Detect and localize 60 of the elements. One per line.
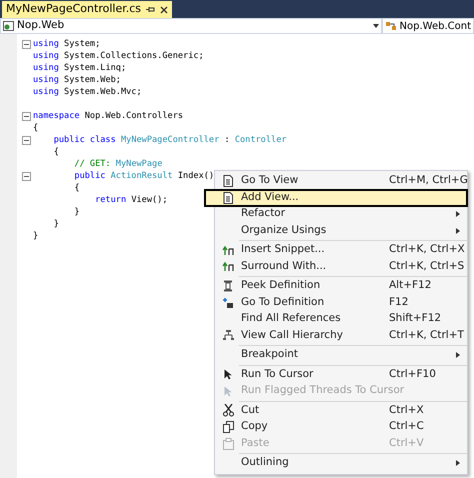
code-line: using System; — [33, 38, 100, 50]
hierarchy-icon — [222, 330, 234, 342]
copy-icon — [222, 421, 234, 434]
cursor-icon — [224, 386, 232, 397]
menu-item[interactable]: Copy Ctrl+C — [215, 419, 467, 436]
pin-icon[interactable] — [146, 6, 155, 13]
code-line: return View(); — [94, 194, 168, 206]
tab-title: MyNewPageController.cs — [6, 1, 141, 18]
snippet-icon — [222, 261, 234, 272]
code-line: { — [33, 122, 38, 134]
code-line: namespace Nop.Web.Controllers — [33, 110, 184, 122]
menu-item[interactable]: Breakpoint — [215, 347, 467, 364]
close-icon[interactable] — [160, 6, 168, 14]
menu-item[interactable]: View Call Hierarchy Ctrl+K, Ctrl+T — [215, 328, 467, 344]
dropdown-arrow-icon — [372, 24, 379, 28]
menu-item[interactable]: Go To View Ctrl+M, Ctrl+G — [215, 173, 467, 190]
definition-icon — [222, 296, 234, 309]
code-line: public class MyNewPageController : Controller — [52, 134, 287, 146]
collapse-icon[interactable] — [22, 40, 30, 48]
code-line: using System.Collections.Generic; — [33, 50, 204, 62]
menu-item[interactable]: Organize Usings — [215, 222, 467, 239]
class-icon — [386, 21, 397, 31]
submenu-arrow-icon — [456, 228, 460, 234]
submenu-arrow-icon — [456, 460, 460, 466]
code-line: using System.Web.Mvc; — [33, 86, 142, 98]
project-dropdown[interactable]: Nop.Web — [1, 19, 381, 33]
document-icon — [223, 175, 233, 188]
menu-item[interactable]: Add View... — [205, 190, 467, 206]
menu-item[interactable]: Cut Ctrl+X — [215, 402, 467, 419]
code-line: } — [52, 218, 59, 230]
menu-item[interactable]: Go To Definition F12 — [215, 294, 467, 311]
menu-item[interactable]: Run To Cursor Ctrl+F10 — [215, 366, 467, 383]
menu-item[interactable]: Insert Snippet... Ctrl+K, Ctrl+X — [215, 242, 467, 258]
scissors-icon — [222, 404, 234, 418]
code-line: } — [33, 230, 38, 242]
code-line: public ActionResult Index() — [73, 170, 214, 182]
peek-icon — [223, 280, 233, 292]
project-icon — [3, 21, 14, 31]
code-line: using System.Linq; — [33, 62, 126, 74]
menu-item[interactable]: Surround With... Ctrl+K, Ctrl+S — [215, 258, 467, 275]
code-line: // GET: MyNewPage — [73, 158, 162, 170]
class-dropdown[interactable]: Nop.Web.Cont — [382, 19, 473, 33]
file-tab[interactable]: MyNewPageController.cs — [2, 1, 172, 18]
code-line: using System.Web; — [33, 74, 121, 86]
submenu-arrow-icon — [456, 352, 460, 358]
collapse-icon[interactable] — [22, 136, 30, 144]
code-line: } — [73, 206, 80, 218]
paste-icon — [222, 438, 234, 450]
menu-item[interactable]: Refactor — [215, 206, 467, 222]
submenu-arrow-icon — [456, 211, 460, 218]
document-icon — [223, 192, 233, 204]
menu-item[interactable]: Peek Definition Alt+F12 — [215, 278, 467, 294]
snippet-icon — [222, 244, 234, 256]
cursor-icon — [224, 369, 232, 380]
code-line: { — [73, 182, 80, 194]
menu-item[interactable]: Find All References Shift+F12 — [215, 311, 467, 328]
collapse-icon[interactable] — [22, 112, 30, 120]
code-line: { — [52, 146, 59, 158]
menu-item[interactable]: Outlining — [215, 455, 467, 472]
collapse-icon[interactable] — [22, 172, 30, 180]
